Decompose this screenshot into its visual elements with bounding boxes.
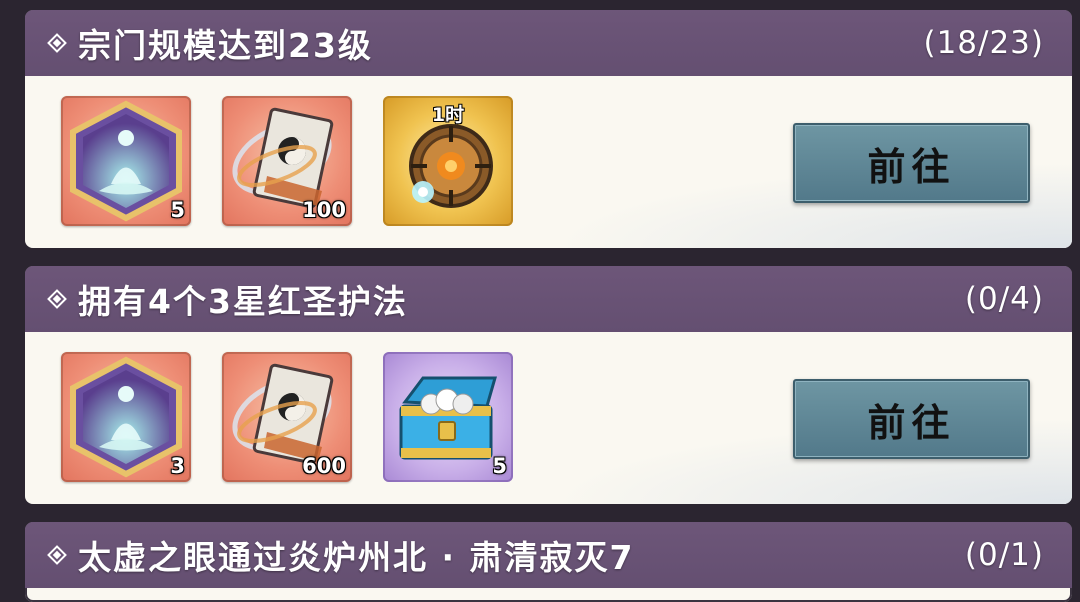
reward-count: 600 xyxy=(302,454,346,478)
reward-item[interactable]: 5 xyxy=(61,96,191,226)
task-progress: (18/23) xyxy=(923,25,1044,61)
reward-count: 3 xyxy=(170,454,185,478)
task-progress: (0/1) xyxy=(964,537,1044,573)
reward-count: 5 xyxy=(492,454,507,478)
reward-item[interactable]: 3 xyxy=(61,352,191,482)
go-button[interactable]: 前往 xyxy=(793,123,1030,203)
reward-count: 5 xyxy=(170,198,185,222)
reward-item[interactable]: 100 xyxy=(222,96,352,226)
reward-item[interactable]: 1时 xyxy=(383,96,513,226)
task-title: 宗门规模达到23级 xyxy=(78,26,373,65)
task-card: 拥有4个3星红圣护法 (0/4) 3 600 5 前往 xyxy=(25,266,1072,504)
diamond-bullet-icon xyxy=(47,545,67,565)
reward-item[interactable]: 5 xyxy=(383,352,513,482)
diamond-bullet-icon xyxy=(47,289,67,309)
diamond-bullet-icon xyxy=(47,33,67,53)
task-card: 宗门规模达到23级 (18/23) 5 100 1时 前往 xyxy=(25,10,1072,248)
task-card: 太虚之眼通过炎炉州北 · 肃清寂灭7 (0/1) xyxy=(25,522,1072,602)
reward-timer: 1时 xyxy=(431,104,465,126)
task-body: 3 600 5 前往 xyxy=(25,332,1072,504)
task-header: 宗门规模达到23级 (18/23) xyxy=(25,10,1072,76)
reward-item[interactable]: 600 xyxy=(222,352,352,482)
task-title: 太虚之眼通过炎炉州北 · 肃清寂灭7 xyxy=(78,538,635,577)
task-title: 拥有4个3星红圣护法 xyxy=(78,282,408,321)
task-body: 5 100 1时 前往 xyxy=(25,76,1072,248)
go-button[interactable]: 前往 xyxy=(793,379,1030,459)
task-header: 拥有4个3星红圣护法 (0/4) xyxy=(25,266,1072,332)
task-progress: (0/4) xyxy=(964,281,1044,317)
task-header: 太虚之眼通过炎炉州北 · 肃清寂灭7 (0/1) xyxy=(25,522,1072,588)
reward-count: 100 xyxy=(302,198,346,222)
